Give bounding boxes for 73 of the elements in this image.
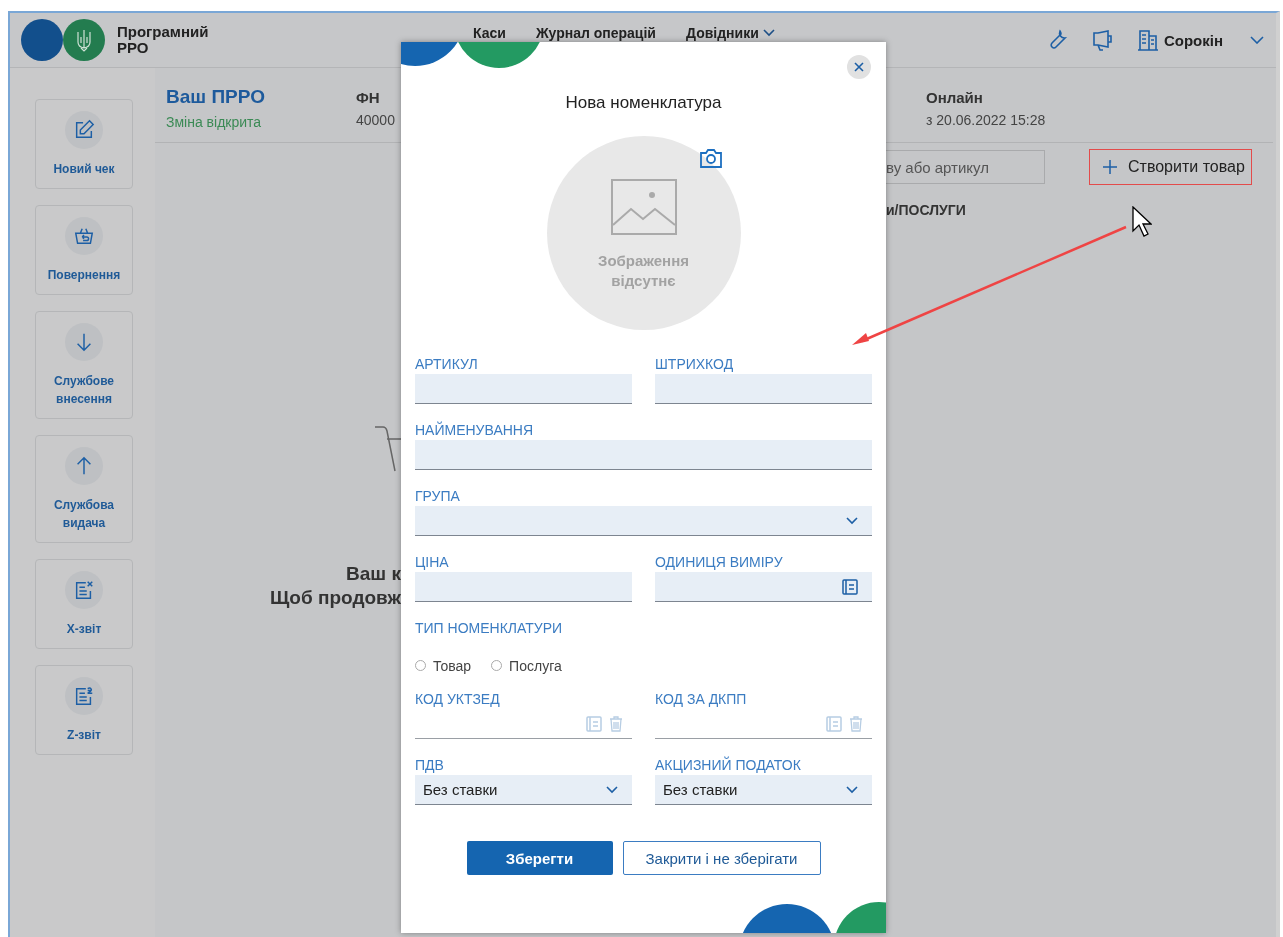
edit-icon [73,119,95,141]
shift-status: Зміна відкрита [166,114,263,130]
user-name[interactable]: Сорокін [1163,31,1223,49]
chevron-down-icon [846,785,858,794]
field-label: ТИП НОМЕНКЛАТУРИ [415,619,564,637]
field-label: АРТИКУЛ [415,355,479,373]
fn-label: ФН [356,89,380,106]
trash-icon[interactable] [848,715,864,732]
chevron-down-icon [606,785,618,794]
sidebar-label: X-звіт [66,621,102,638]
sidebar-action[interactable]: Повернення [35,205,133,295]
field-label: ЦІНА [415,553,450,571]
online-since: з 20.06.2022 15:28 [926,112,1046,128]
close-icon [854,62,864,72]
chevron-down-icon [846,516,858,525]
document-currency-icon [73,685,95,707]
close-without-saving-button[interactable]: Закрити і не зберігати [622,841,821,875]
sidebar-label: Повернення [47,267,121,284]
sidebar-action[interactable]: Службове внесення [35,311,133,419]
dropdown-field[interactable]: Без ставки [415,775,632,805]
trash-icon[interactable] [608,715,624,732]
radio-option[interactable]: Товар [415,657,472,674]
input-field[interactable] [415,440,872,470]
input-field[interactable] [415,572,632,602]
field-label: КОД ЗА ДКПП [655,690,748,708]
empty-state-text: Щоб продовж [269,586,401,610]
sidebar-action[interactable]: X-звіт [35,559,133,649]
sidebar-action[interactable]: Новий чек [35,99,133,189]
radio-option[interactable]: Послуга [491,657,562,674]
sidebar-label: Z-звіт [67,727,101,744]
field-label: ГРУПА [415,487,461,505]
document-x-icon [73,579,95,601]
lookup-field[interactable] [655,572,872,602]
camera-icon[interactable] [698,147,723,169]
fn-value: 40000 [356,112,395,128]
close-button[interactable] [847,55,871,79]
field-label: КОД УКТЗЕД [415,690,501,708]
field-label: ОДИНИЦЯ ВИМІРУ [655,553,784,571]
input-field[interactable] [655,374,872,404]
online-label: Онлайн [926,89,983,106]
input-field[interactable] [415,374,632,404]
field-label: НАЙМЕНУВАННЯ [415,421,535,439]
sidebar-action[interactable]: Службова видача [35,435,133,543]
sidebar-label: Службове внесення [52,373,116,408]
no-image-text: Зображення відсутнє [597,251,690,291]
empty-state-text: Ваш к [345,562,401,586]
picture-icon [610,179,677,235]
nav-link[interactable]: Довідники [686,25,775,41]
dialog-title: Нова номенклатура [564,93,723,113]
save-button[interactable]: Зберегти [466,841,613,875]
sidebar-label: Службова видача [52,497,116,532]
field-label: ШТРИХКОД [655,355,735,373]
building-icon[interactable] [1135,28,1160,52]
field-label: ПДВ [415,756,445,774]
plus-icon [1102,159,1118,175]
return-basket-icon [73,225,95,247]
megaphone-icon[interactable] [1090,28,1115,52]
field-label: АКЦИЗНИЙ ПОДАТОК [655,756,802,774]
logo-circle-icon [21,19,63,61]
register-title: Ваш ПРРО [166,86,266,108]
chevron-down-icon[interactable] [1250,36,1264,44]
list-icon[interactable] [842,578,858,595]
mouse-cursor-icon [1132,206,1152,238]
section-heading: и/ПОСЛУГИ [886,202,967,218]
nav-link[interactable]: Каси [473,25,506,41]
dropdown-field[interactable]: Без ставки [655,775,872,805]
nav-link[interactable]: Журнал операцій [535,25,656,41]
dropdown-field[interactable] [415,506,872,536]
trident-logo-icon [63,19,105,61]
sidebar-action[interactable]: Z-звіт [35,665,133,755]
create-product-button[interactable]: Створити товар [1102,158,1245,176]
sidebar-label: Новий чек [53,161,115,178]
app-name: Програмний РРО [117,24,210,56]
